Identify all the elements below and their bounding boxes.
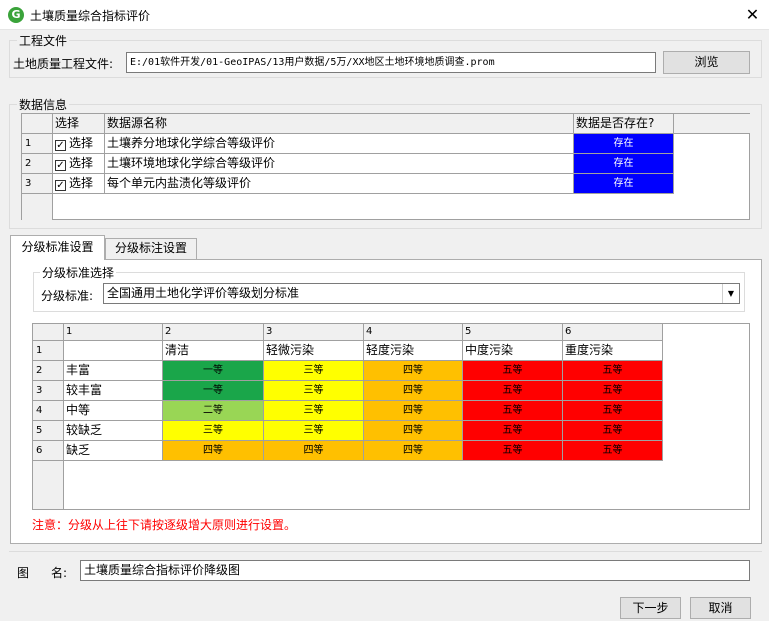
grid-col-header: 2	[163, 324, 264, 341]
close-icon[interactable]: ✕	[736, 0, 769, 30]
pollution-level-header[interactable]: 轻度污染	[364, 341, 463, 361]
row-header-filler	[22, 194, 53, 220]
project-group-label: 工程文件	[17, 32, 70, 49]
grade-cell[interactable]: 四等	[364, 361, 463, 381]
tab-grade-annotation[interactable]: 分级标注设置	[105, 238, 197, 259]
map-name-label-1: 图	[17, 566, 30, 580]
nutrient-level-label[interactable]: 中等	[64, 401, 163, 421]
grid-row-header: 4	[33, 401, 64, 421]
grade-cell[interactable]: 一等	[163, 381, 264, 401]
next-button[interactable]: 下一步	[620, 597, 681, 619]
grade-cell[interactable]: 五等	[563, 401, 663, 421]
note-text: 注意：分级从上往下请按逐级增大原则进行设置。	[32, 518, 297, 532]
grade-cell[interactable]: 三等	[264, 381, 364, 401]
nutrient-level-label[interactable]: 较丰富	[64, 381, 163, 401]
grid-col-header: 5	[463, 324, 563, 341]
grade-cell[interactable]: 三等	[264, 401, 364, 421]
grid-row-header: 1	[33, 341, 64, 361]
divider	[9, 551, 762, 552]
grid-col-header: 1	[64, 324, 163, 341]
grade-cell[interactable]: 四等	[364, 401, 463, 421]
row-number: 3	[22, 174, 53, 194]
grade-cell[interactable]: 三等	[264, 361, 364, 381]
data-info-label: 数据信息	[17, 96, 70, 113]
checkbox-checked-icon[interactable]: ✓	[55, 140, 66, 151]
nutrient-level-label[interactable]: 较缺乏	[64, 421, 163, 441]
grade-cell[interactable]: 五等	[563, 381, 663, 401]
grade-cell[interactable]: 一等	[163, 361, 264, 381]
pollution-level-header[interactable]: 中度污染	[463, 341, 563, 361]
pollution-level-header[interactable]	[64, 341, 163, 361]
pollution-level-header[interactable]: 轻微污染	[264, 341, 364, 361]
select-label: 选择	[69, 156, 94, 170]
grade-cell[interactable]: 五等	[463, 381, 563, 401]
grade-cell[interactable]: 五等	[563, 421, 663, 441]
data-source-name: 每个单元内盐渍化等级评价	[105, 174, 574, 194]
col-header-exists: 数据是否存在?	[574, 114, 674, 134]
map-name-input[interactable]: 土壤质量综合指标评价降级图	[80, 560, 750, 581]
grade-cell[interactable]: 四等	[264, 441, 364, 461]
grid-row-header: 2	[33, 361, 64, 381]
status-badge: 存在	[574, 134, 674, 154]
window-title: 土壤质量综合指标评价	[30, 9, 151, 23]
grade-cell[interactable]: 五等	[463, 421, 563, 441]
row-number: 1	[22, 134, 53, 154]
grid-corner	[33, 324, 64, 341]
checkbox-checked-icon[interactable]: ✓	[55, 180, 66, 191]
project-file-label: 土地质量工程文件:	[13, 57, 114, 71]
checkbox-checked-icon[interactable]: ✓	[55, 160, 66, 171]
nutrient-level-label[interactable]: 缺乏	[64, 441, 163, 461]
col-header-empty	[674, 114, 750, 134]
app-logo-icon: G	[8, 7, 24, 23]
row-number: 2	[22, 154, 53, 174]
table-corner	[22, 114, 53, 134]
pollution-level-header[interactable]: 清洁	[163, 341, 264, 361]
select-checkbox[interactable]: ✓ 选择	[53, 154, 105, 174]
col-header-select: 选择	[53, 114, 105, 134]
grid-row-header: 3	[33, 381, 64, 401]
standard-select[interactable]: 全国通用土地化学评价等级划分标准	[103, 283, 740, 304]
grade-cell[interactable]: 五等	[563, 361, 663, 381]
project-path-field[interactable]: E:/01软件开发/01-GeoIPAS/13用户数据/5万/XX地区土地环境地…	[126, 52, 656, 73]
grid-row-header: 6	[33, 441, 64, 461]
grade-cell[interactable]: 五等	[563, 441, 663, 461]
data-source-name: 土壤养分地球化学综合等级评价	[105, 134, 574, 154]
grade-cell[interactable]: 五等	[463, 361, 563, 381]
row-header-filler	[33, 461, 64, 509]
select-checkbox[interactable]: ✓ 选择	[53, 134, 105, 154]
standard-field-label: 分级标准:	[41, 289, 94, 303]
nutrient-level-label[interactable]: 丰富	[64, 361, 163, 381]
data-source-table: 选择 数据源名称 数据是否存在? 1 ✓ 选择 土壤养分地球化学综合等级评价 存在…	[21, 113, 750, 220]
status-badge: 存在	[574, 154, 674, 174]
grade-cell[interactable]: 四等	[364, 381, 463, 401]
data-source-name: 土壤环境地球化学综合等级评价	[105, 154, 574, 174]
select-checkbox[interactable]: ✓ 选择	[53, 174, 105, 194]
chevron-down-icon[interactable]: ▼	[722, 284, 739, 303]
tab-grade-standard[interactable]: 分级标准设置	[10, 235, 105, 260]
grade-cell[interactable]: 四等	[364, 441, 463, 461]
grade-cell[interactable]: 四等	[163, 441, 264, 461]
browse-button[interactable]: 浏览	[663, 51, 750, 74]
pollution-level-header[interactable]: 重度污染	[563, 341, 663, 361]
status-badge: 存在	[574, 174, 674, 194]
map-name-label-2: 名:	[51, 566, 68, 580]
grid-col-header: 3	[264, 324, 364, 341]
grade-cell[interactable]: 三等	[163, 421, 264, 441]
grid-col-header: 6	[563, 324, 663, 341]
grid-col-header: 4	[364, 324, 463, 341]
grade-cell[interactable]: 五等	[463, 441, 563, 461]
cancel-button[interactable]: 取消	[690, 597, 751, 619]
select-label: 选择	[69, 136, 94, 150]
grade-cell[interactable]: 五等	[463, 401, 563, 421]
grade-cell[interactable]: 四等	[364, 421, 463, 441]
grade-cell[interactable]: 二等	[163, 401, 264, 421]
grid-row-header: 5	[33, 421, 64, 441]
col-header-name: 数据源名称	[105, 114, 574, 134]
select-label: 选择	[69, 176, 94, 190]
standard-group-label: 分级标准选择	[40, 264, 117, 281]
grade-grid: 1 2 3 4 5 6 1 2 3 4 5 6 清洁 轻微污染 轻度污染 中度污染 重度污染 丰富 一等 三等 四等 五等…	[32, 323, 750, 510]
grade-cell[interactable]: 三等	[264, 421, 364, 441]
